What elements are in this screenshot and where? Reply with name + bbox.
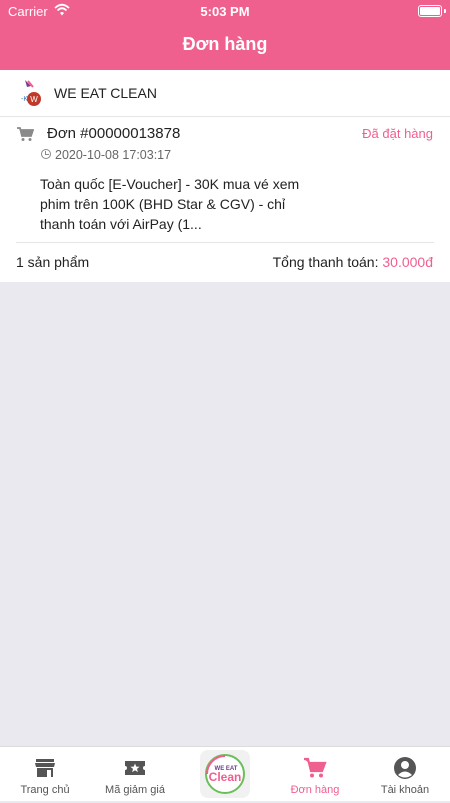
svg-text:Clean: Clean [209, 770, 242, 784]
account-icon [394, 757, 416, 779]
we-eat-clean-logo-button[interactable]: WE EAT Clean [200, 750, 250, 798]
cart-icon [304, 757, 327, 778]
order-card[interactable]: Đơn #00000013878 Đã đặt hàng 2020-10-08 … [0, 117, 450, 282]
svg-text:W: W [30, 95, 38, 104]
tab-home[interactable]: Trang chủ [0, 747, 90, 801]
tab-bar: Trang chủ Mã giảm giá WE EAT Clean Đơn h… [0, 746, 450, 801]
tab-label: Trang chủ [20, 784, 70, 796]
tab-account[interactable]: Tài khoản [360, 747, 450, 801]
tab-label: Tài khoản [380, 784, 430, 796]
order-datetime: 2020-10-08 17:03:17 [55, 148, 172, 162]
shop-logo-icon: W -K [21, 80, 41, 106]
tab-label: Đơn hàng [290, 784, 340, 796]
order-status: Đã đặt hàng [362, 126, 433, 141]
product-name: Toàn quốc [E-Voucher] - 30K mua vé xem p… [40, 176, 300, 232]
battery-icon [418, 5, 442, 17]
clock-icon [41, 149, 51, 159]
total-amount: 30.000đ [382, 254, 433, 270]
product-quantity: 1 sản phẩm [16, 254, 90, 270]
shop-row[interactable]: W -K WE EAT CLEAN [0, 70, 450, 117]
order-id: Đơn #00000013878 [47, 125, 181, 142]
clock-time: 5:03 PM [200, 4, 250, 19]
app-header: Carrier 5:03 PM Đơn hàng [0, 0, 450, 70]
svg-text:-K: -K [21, 96, 28, 103]
status-bar: Carrier 5:03 PM [0, 0, 450, 24]
tab-orders[interactable]: Đơn hàng [270, 747, 360, 801]
tab-vouchers[interactable]: Mã giảm giá [90, 747, 180, 801]
voucher-icon [125, 761, 145, 775]
battery-tip [444, 9, 446, 13]
page-title: Đơn hàng [182, 34, 268, 54]
shop-name: WE EAT CLEAN [54, 85, 157, 101]
store-icon [35, 759, 55, 777]
cart-icon [17, 127, 34, 141]
order-total: Tổng thanh toán: 30.000đ [273, 254, 433, 270]
we-eat-clean-logo: WE EAT Clean [205, 754, 245, 794]
divider [16, 242, 434, 243]
tab-label: Mã giảm giá [105, 784, 165, 796]
total-label: Tổng thanh toán: [272, 254, 379, 270]
